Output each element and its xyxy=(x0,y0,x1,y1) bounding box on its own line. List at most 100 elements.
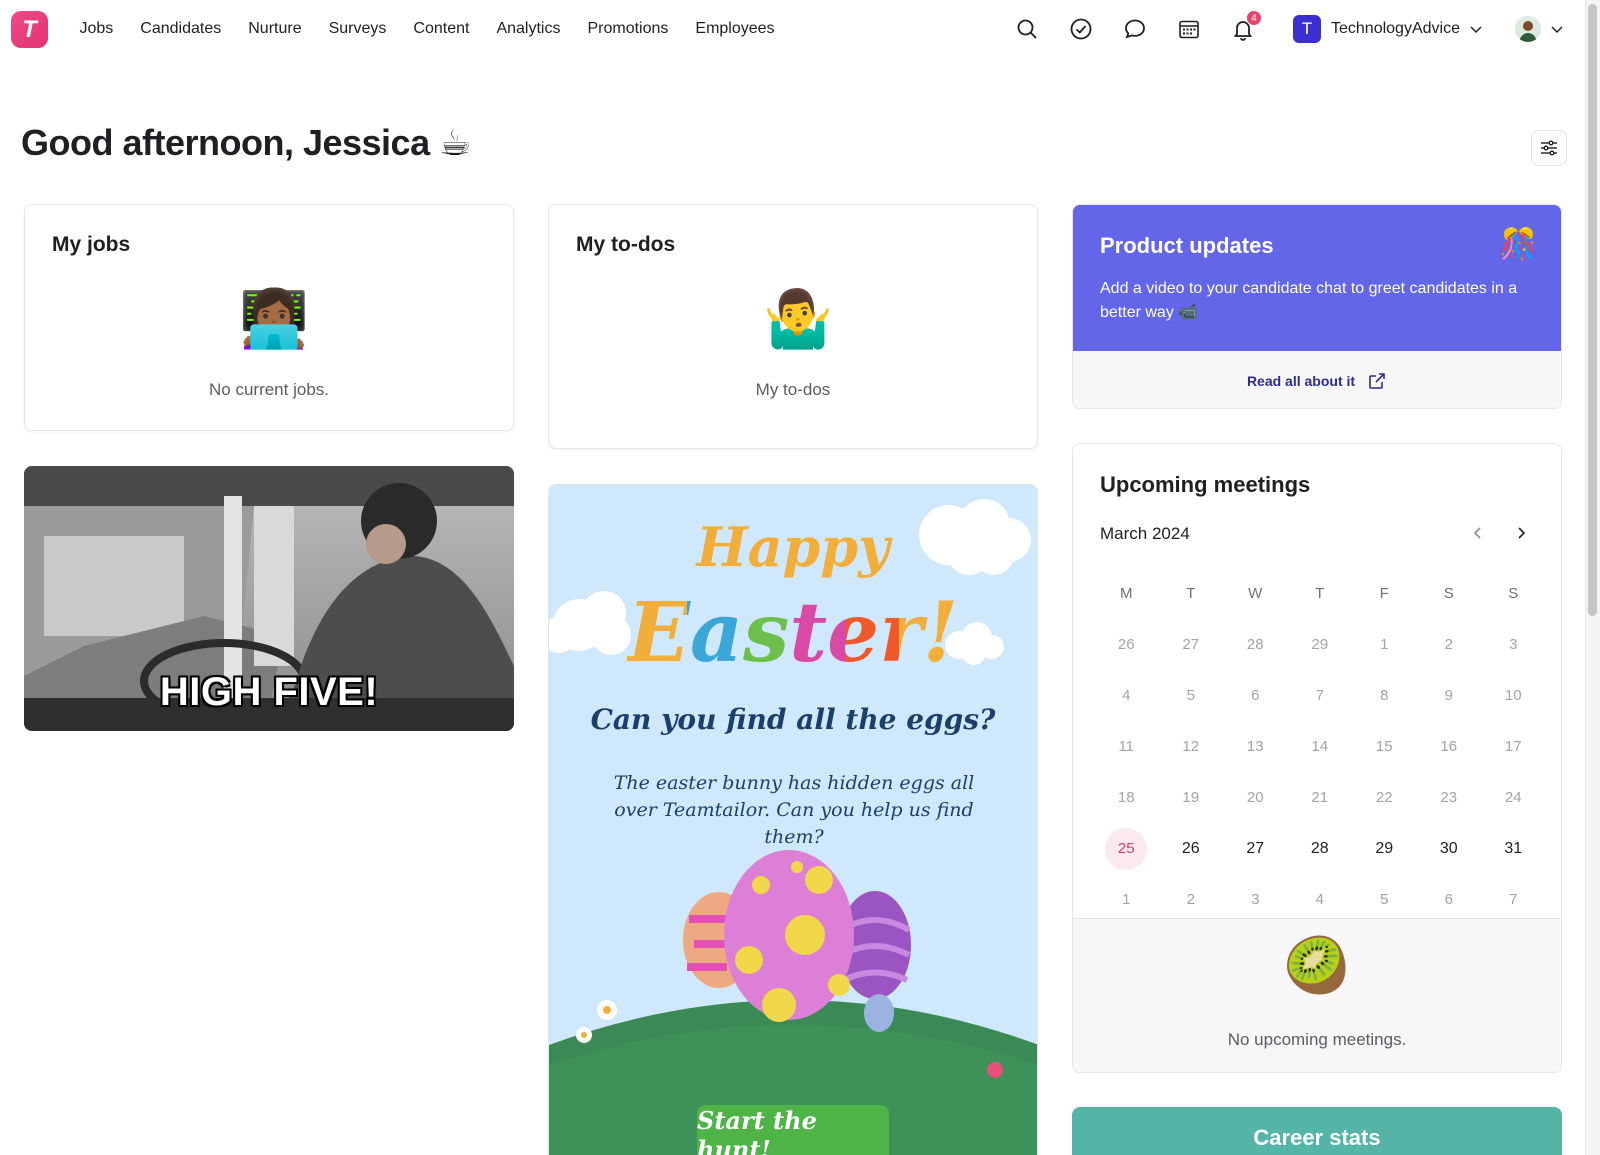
calendar-day[interactable]: 6 xyxy=(1223,670,1288,721)
nav-surveys[interactable]: Surveys xyxy=(315,20,400,38)
calendar-day[interactable]: 14 xyxy=(1288,721,1353,772)
easter-happy-heading: Happy xyxy=(696,515,890,579)
calendar-day[interactable]: 19 xyxy=(1159,772,1224,823)
calendar-day[interactable]: 12 xyxy=(1159,721,1224,772)
calendar-day[interactable]: 3 xyxy=(1481,619,1546,670)
calendar-day[interactable]: 15 xyxy=(1352,721,1417,772)
calendar-day[interactable]: 13 xyxy=(1223,721,1288,772)
calendar-grid: M T W T F S S 26 27 28 29 1 2 3 4 5 6 7 8 9 10 11 12 13 14 15 16 17… xyxy=(1094,568,1546,925)
calendar-day-number: 24 xyxy=(1504,789,1522,806)
nav-nurture[interactable]: Nurture xyxy=(235,20,315,38)
calendar-day-number: 28 xyxy=(1246,636,1264,653)
calendar-day[interactable]: 28 xyxy=(1288,823,1353,874)
calendar-day-number: 6 xyxy=(1444,891,1453,908)
calendar-day-number: 26 xyxy=(1181,839,1200,857)
calendar-day-number: 26 xyxy=(1117,636,1135,653)
chevron-down-icon xyxy=(1551,26,1563,34)
calendar-day-number: 30 xyxy=(1439,839,1458,857)
empty-state-text: My to-dos xyxy=(755,380,831,399)
calendar-day[interactable]: 4 xyxy=(1094,670,1159,721)
calendar-day-number: 2 xyxy=(1444,636,1453,653)
calendar-day-number: 23 xyxy=(1440,789,1458,806)
card-title: Product updates xyxy=(1100,233,1274,258)
weekday-header: S xyxy=(1508,585,1519,602)
calendar-day[interactable]: 11 xyxy=(1094,721,1159,772)
calendar-day-number: 6 xyxy=(1251,687,1260,704)
calendar-day-number: 10 xyxy=(1504,687,1522,704)
easter-heading: Easter! xyxy=(549,585,1037,681)
calendar-day[interactable]: 29 xyxy=(1288,619,1353,670)
dashboard-settings-button[interactable] xyxy=(1531,130,1567,166)
calendar-day[interactable]: 22 xyxy=(1352,772,1417,823)
sliders-icon xyxy=(1541,140,1557,156)
card-title: Career stats xyxy=(1253,1125,1381,1150)
external-link-icon xyxy=(1369,372,1385,389)
nav-candidates[interactable]: Candidates xyxy=(127,20,235,38)
career-stats-card: Career stats xyxy=(1072,1107,1562,1155)
teamtailor-logo[interactable]: T xyxy=(11,11,48,48)
company-avatar: T xyxy=(1293,15,1321,43)
my-jobs-card: My jobs 👩🏾‍💻 No current jobs. xyxy=(24,204,514,431)
chevron-right-icon xyxy=(1518,527,1526,539)
calendar-day-number: 8 xyxy=(1380,687,1389,704)
read-more-link[interactable]: Read all about it xyxy=(1073,351,1561,408)
calendar-day[interactable]: 5 xyxy=(1159,670,1224,721)
company-switcher[interactable]: T TechnologyAdvice xyxy=(1293,15,1484,43)
company-name: TechnologyAdvice xyxy=(1331,20,1460,37)
calendar-icon[interactable] xyxy=(1172,12,1206,46)
calendar-day[interactable]: 26 xyxy=(1094,619,1159,670)
weekday-header: S xyxy=(1443,585,1454,602)
calendar-day[interactable]: 21 xyxy=(1288,772,1353,823)
calendar-day[interactable]: 7 xyxy=(1288,670,1353,721)
calendar-day[interactable]: 29 xyxy=(1352,823,1417,874)
calendar-day[interactable]: 8 xyxy=(1352,670,1417,721)
nav-analytics[interactable]: Analytics xyxy=(483,20,574,38)
user-menu[interactable] xyxy=(1515,16,1565,42)
nav-content[interactable]: Content xyxy=(400,20,483,38)
nav-jobs[interactable]: Jobs xyxy=(66,20,127,38)
calendar-day[interactable]: 10 xyxy=(1481,670,1546,721)
calendar-day[interactable]: 24 xyxy=(1481,772,1546,823)
calendar-day[interactable]: 31 xyxy=(1481,823,1546,874)
calendar-day[interactable]: 27 xyxy=(1159,619,1224,670)
calendar-day[interactable]: 30 xyxy=(1417,823,1482,874)
previous-month-button[interactable] xyxy=(1467,522,1489,544)
calendar-day-number: 1 xyxy=(1122,891,1131,908)
read-more-label: Read all about it xyxy=(1246,372,1356,389)
calendar-day-number: 9 xyxy=(1444,687,1453,704)
calendar-day[interactable]: 1 xyxy=(1352,619,1417,670)
card-title: My jobs xyxy=(52,233,131,256)
calendar-day[interactable]: 17 xyxy=(1481,721,1546,772)
user-avatar xyxy=(1515,16,1541,42)
search-icon[interactable] xyxy=(1010,12,1044,46)
calendar-day[interactable]: 18 xyxy=(1094,772,1159,823)
calendar-day-number: 5 xyxy=(1380,891,1389,908)
confetti-emoji: 🎊 xyxy=(1499,228,1537,261)
calendar-day-today[interactable]: 25 xyxy=(1094,823,1159,874)
calendar-day-number: 14 xyxy=(1311,738,1329,755)
calendar-day[interactable]: 28 xyxy=(1223,619,1288,670)
nav-employees[interactable]: Employees xyxy=(682,20,788,38)
check-circle-icon[interactable] xyxy=(1064,12,1098,46)
calendar-day[interactable]: 16 xyxy=(1417,721,1482,772)
top-navigation: T Jobs Candidates Nurture Surveys Conten… xyxy=(0,0,1585,58)
calendar-day[interactable]: 9 xyxy=(1417,670,1482,721)
calendar-day[interactable]: 2 xyxy=(1417,619,1482,670)
person-laptop-emoji: 👩🏾‍💻 xyxy=(239,287,309,350)
calendar-day[interactable]: 27 xyxy=(1223,823,1288,874)
easter-subtitle: The easter bunny has hidden eggs all ove… xyxy=(613,772,975,848)
nav-promotions[interactable]: Promotions xyxy=(574,20,682,38)
scrollbar-thumb[interactable] xyxy=(1588,4,1597,616)
next-month-button[interactable] xyxy=(1510,522,1532,544)
chat-icon[interactable] xyxy=(1118,12,1152,46)
scrollbar[interactable] xyxy=(1585,0,1600,1155)
calendar-day-number: 7 xyxy=(1509,891,1518,908)
calendar-day-number: 28 xyxy=(1310,839,1329,857)
calendar-day[interactable]: 23 xyxy=(1417,772,1482,823)
bell-icon[interactable]: 4 xyxy=(1226,10,1262,46)
calendar-day[interactable]: 26 xyxy=(1159,823,1224,874)
start-hunt-button[interactable]: Start the hunt! xyxy=(697,1105,889,1155)
calendar-day-number: 16 xyxy=(1440,738,1458,755)
calendar-day[interactable]: 20 xyxy=(1223,772,1288,823)
kiwi-emoji: 🥝 xyxy=(1283,936,1351,996)
